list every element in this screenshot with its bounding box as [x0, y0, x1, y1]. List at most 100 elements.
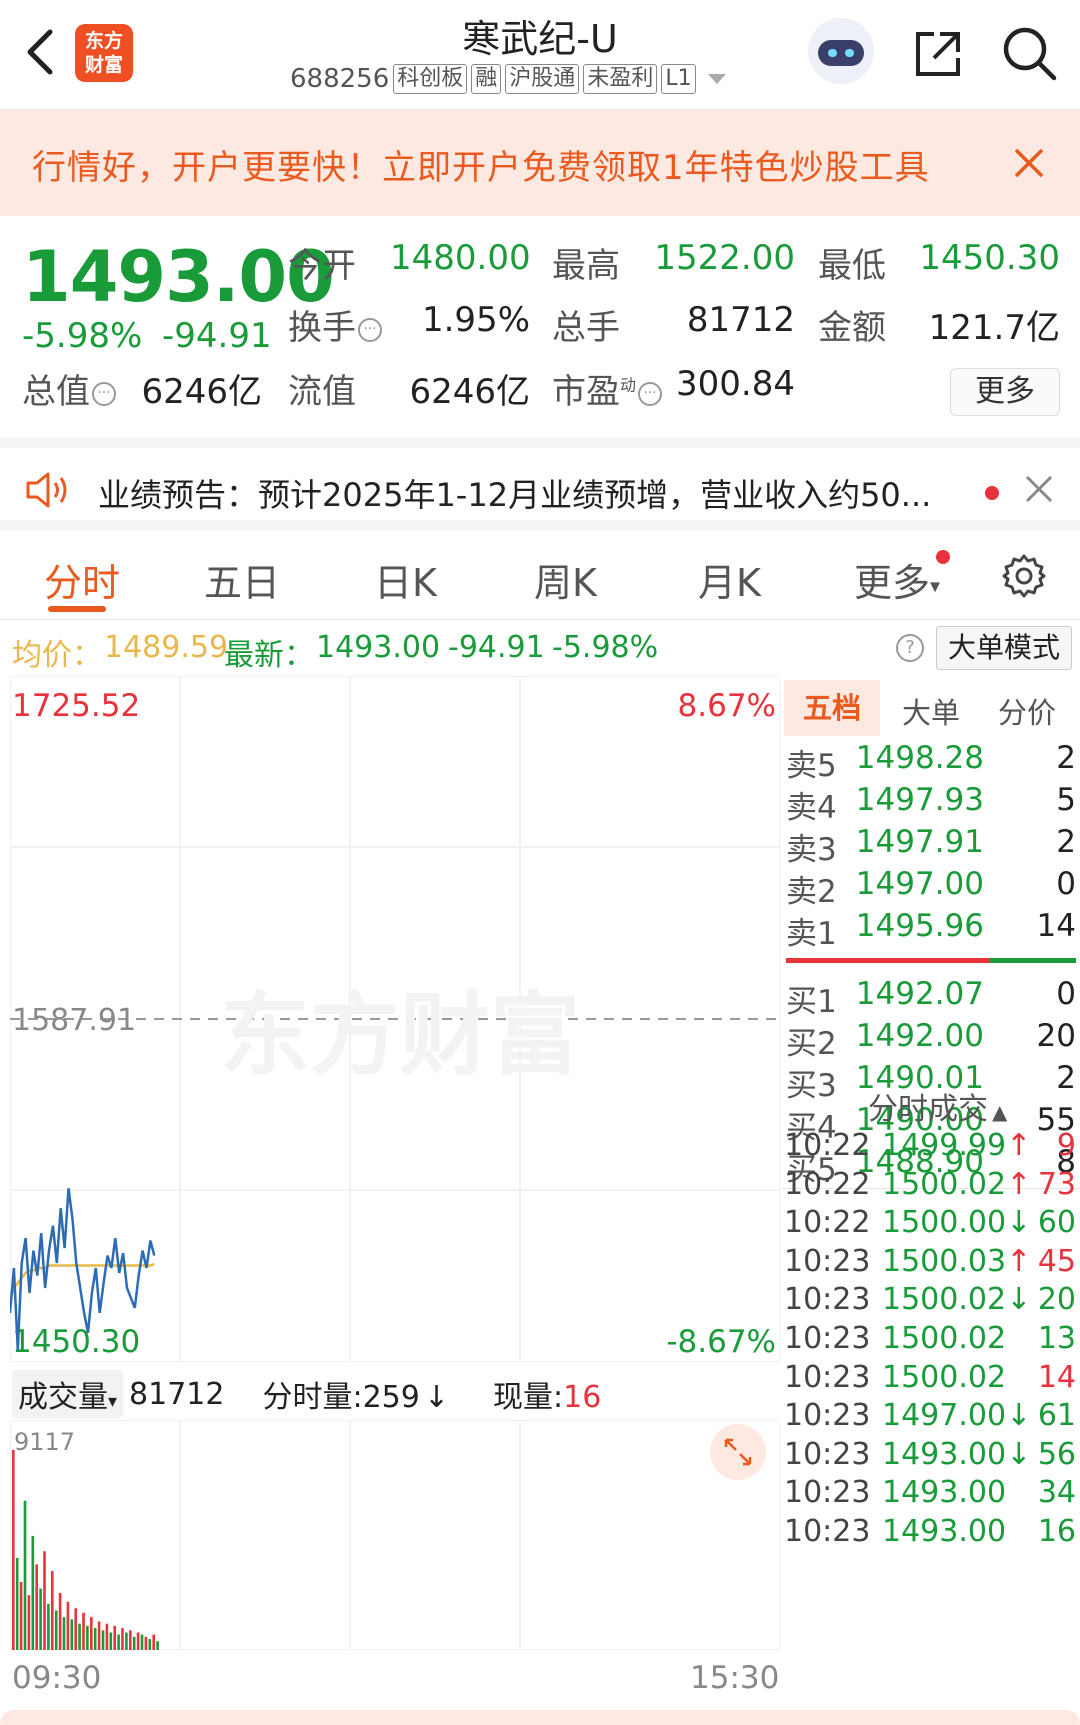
tab-monthly-k[interactable]: 月K	[698, 552, 761, 607]
trades-header[interactable]: 分时成交 ▲	[868, 1084, 1007, 1128]
search-icon[interactable]	[1000, 24, 1058, 82]
market-cap-label[interactable]: 总值 ···	[22, 364, 116, 413]
tab-price-distribution[interactable]: 分价	[998, 690, 1056, 732]
level-price: 1497.00	[855, 866, 984, 902]
tab-daily-k[interactable]: 日K	[374, 552, 437, 607]
low-label: 最低	[818, 246, 886, 286]
ask-level-row[interactable]: 卖2 1497.00 0	[782, 866, 1080, 910]
turnover-label[interactable]: 换手 ···	[288, 300, 382, 349]
active-tab-indicator	[48, 606, 106, 612]
volume-bar	[93, 1628, 97, 1650]
chart-tabs: 分时 五日 日K 周K 月K 更多▾	[0, 530, 1080, 620]
trade-volume: 34	[1037, 1475, 1076, 1511]
info-icon: ···	[358, 317, 382, 342]
logo-text-line1: 东方	[84, 30, 123, 52]
expand-chart-button[interactable]	[710, 1424, 766, 1480]
volume-bar	[86, 1625, 89, 1650]
pe-label[interactable]: 市盈动 ···	[552, 364, 663, 413]
tab-weekly-k[interactable]: 周K	[534, 552, 597, 607]
ask-level-row[interactable]: 卖1 1495.96 14	[782, 908, 1080, 952]
back-arrow-icon[interactable]	[18, 22, 68, 82]
tab-intraday[interactable]: 分时	[44, 552, 120, 607]
trade-volume: 45	[1037, 1243, 1076, 1279]
trade-volume: 9	[1056, 1128, 1076, 1163]
last-change-percent: -5.98%	[552, 630, 659, 665]
settings-gear-icon[interactable]	[1000, 552, 1048, 600]
stock-code-tags[interactable]: 688256 科创板 融 沪股通 未盈利 L1	[290, 64, 726, 94]
tab-five-day[interactable]: 五日	[204, 552, 280, 607]
trade-price: 1493.00↓	[882, 1436, 1032, 1472]
dropdown-caret-icon	[707, 74, 726, 84]
trade-price: 1497.00↓	[882, 1398, 1032, 1434]
volume-bar	[125, 1632, 128, 1650]
level-volume: 2	[1056, 1060, 1076, 1096]
level-label: 买1	[786, 984, 837, 1020]
tab-five-levels[interactable]: 五档	[784, 680, 880, 736]
trade-volume: 16	[1037, 1514, 1076, 1549]
trade-time: 10:23	[784, 1282, 871, 1318]
app-logo[interactable]: 东方 财富	[75, 24, 133, 82]
logo-text-line2: 财富	[84, 54, 123, 76]
promo-text: 行情好，开户更要快！立即开户免费领取1年特色炒股工具	[32, 148, 930, 188]
volume-max-label: 9117	[14, 1428, 75, 1456]
promo-banner[interactable]: 行情好，开户更要快！立即开户免费领取1年特色炒股工具	[0, 110, 1080, 216]
trade-time: 10:23	[784, 1359, 871, 1395]
stock-name: 寒武纪-U	[462, 17, 618, 61]
volume-bar	[136, 1632, 140, 1650]
level-volume: 5	[1056, 782, 1076, 818]
level-price: 1492.00	[855, 1018, 984, 1054]
announcement-bar[interactable]: 业绩预告：预计2025年1-12月业绩预增，营业收入约50...	[0, 438, 1080, 530]
trade-direction-icon: ↓	[1006, 1398, 1032, 1434]
volume-bar-chart[interactable]: 9117	[10, 1420, 780, 1650]
level-price: 1492.07	[855, 976, 984, 1012]
speaker-icon	[26, 472, 67, 508]
announcement-text: 业绩预告：预计2025年1-12月业绩预增，营业收入约50...	[98, 476, 932, 514]
volume-bar	[148, 1639, 152, 1650]
volume-bar	[39, 1588, 42, 1650]
tab-more[interactable]: 更多▾	[854, 552, 940, 607]
amount-label: 金额	[818, 308, 886, 348]
intraday-price-chart[interactable]: 东方财富 1725.52 8.67% 1587.91 1450.30 -8.67…	[10, 676, 780, 1362]
close-icon[interactable]	[1012, 146, 1046, 180]
help-icon[interactable]: ?	[896, 634, 924, 662]
y-axis-mid-label: 1587.91	[12, 1003, 136, 1038]
volume-total: 81712	[129, 1376, 225, 1412]
trade-price: 1500.02	[882, 1359, 1007, 1395]
ask-level-row[interactable]: 卖3 1497.91 2	[782, 824, 1080, 868]
trade-time: 10:22	[784, 1166, 871, 1202]
close-icon[interactable]	[1024, 474, 1054, 504]
bid-level-row[interactable]: 买2 1492.00 20	[782, 1018, 1080, 1062]
watermark-text: 东方财富	[220, 983, 580, 1088]
trade-row: 10:23 1500.02 13	[782, 1321, 1080, 1363]
more-quote-button[interactable]: 更多	[950, 368, 1060, 416]
volume-bar	[31, 1535, 35, 1650]
pe-value: 300.84	[676, 364, 795, 404]
big-order-mode-button[interactable]: 大单模式	[936, 626, 1072, 670]
bottom-action-bar	[0, 1710, 1080, 1725]
ask-level-row[interactable]: 卖5 1498.28 2	[782, 740, 1080, 784]
volume-bar	[27, 1595, 31, 1650]
minute-volume: 分时量:259 ↓	[262, 1380, 449, 1415]
bid-level-row[interactable]: 买1 1492.07 0	[782, 976, 1080, 1020]
volume-bar	[117, 1634, 120, 1650]
trade-volume: 61	[1037, 1398, 1076, 1434]
tab-big-orders[interactable]: 大单	[902, 690, 960, 732]
share-icon[interactable]	[910, 26, 966, 82]
trade-volume: 60	[1037, 1205, 1076, 1241]
volume-panel: 成交量▾ 81712 分时量:259 ↓ 现量:16 9117	[10, 1370, 780, 1650]
ask-level-row[interactable]: 卖4 1497.93 5	[782, 782, 1080, 826]
amount-value: 121.7亿	[928, 308, 1060, 348]
buy-sell-ratio-bar	[786, 958, 1076, 963]
ai-assistant-icon[interactable]	[808, 18, 874, 84]
y-axis-top-label: 1725.52	[12, 688, 140, 724]
top-nav-bar: 东方 财富 寒武纪-U 688256 科创板 融 沪股通 未盈利 L1	[0, 0, 1080, 110]
trade-price: 1500.00↓	[882, 1205, 1032, 1241]
trade-volume: 13	[1037, 1321, 1076, 1356]
level-label: 卖1	[786, 916, 837, 952]
current-volume: 现量:16	[493, 1380, 602, 1415]
trade-direction-icon: ↓	[1006, 1436, 1032, 1472]
trade-row: 10:23 1500.02 14	[782, 1360, 1080, 1402]
volume-indicator-select[interactable]: 成交量▾	[12, 1370, 124, 1418]
info-icon: ···	[92, 381, 116, 406]
volume-bar	[129, 1630, 132, 1650]
